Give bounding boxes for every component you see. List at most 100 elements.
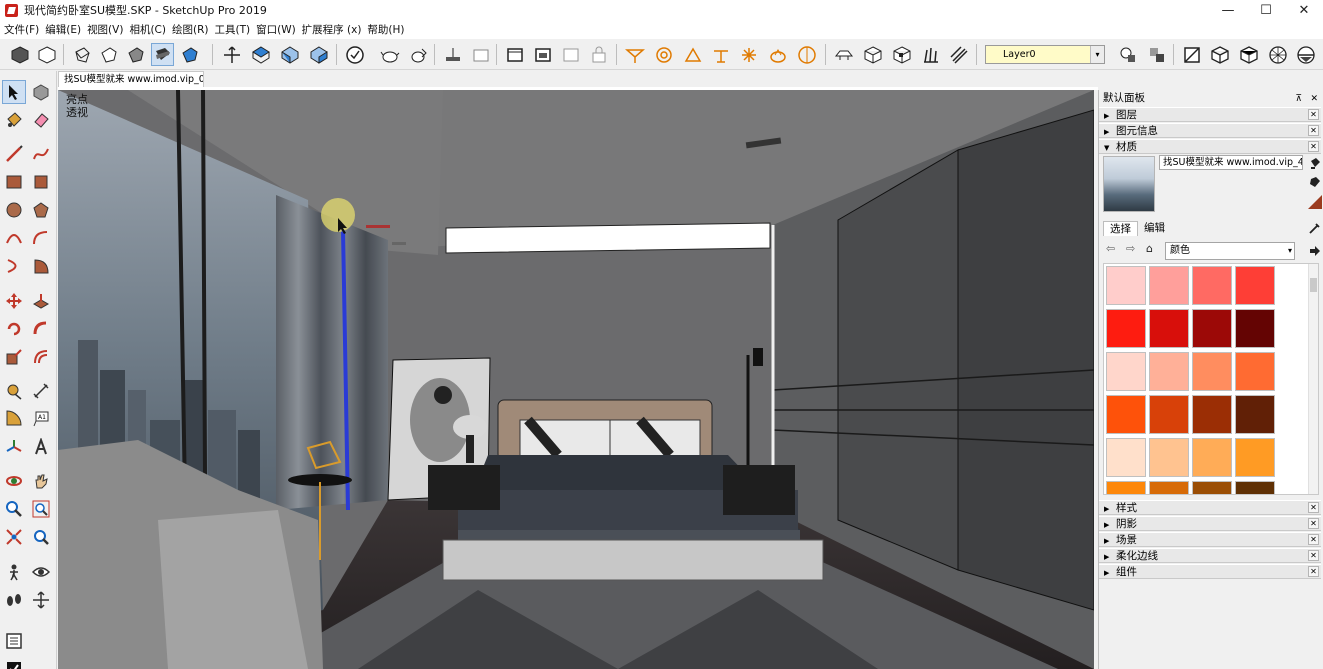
forward-arrow-icon[interactable]: ⇨ <box>1126 242 1135 255</box>
panel-components[interactable]: ▶ 组件 ✕ <box>1099 564 1321 579</box>
menu-draw[interactable]: 绘图(R) <box>172 22 215 37</box>
rectangle-tool-icon[interactable] <box>2 170 26 194</box>
pin-icon[interactable]: ⊼ <box>1295 91 1302 107</box>
color-swatch[interactable] <box>1106 395 1146 434</box>
cube-dark-icon[interactable] <box>1237 43 1260 66</box>
look-around-icon[interactable] <box>29 560 53 584</box>
text-tool-icon[interactable]: A1 <box>29 407 53 431</box>
swatch-scrollbar[interactable] <box>1308 264 1318 494</box>
material-library-select[interactable]: 颜色 ▾ <box>1165 242 1295 260</box>
panel-close-icon[interactable]: ✕ <box>1308 502 1319 513</box>
polygon-tool-icon[interactable] <box>29 198 53 222</box>
color-swatch[interactable] <box>1106 266 1146 305</box>
color-swatch[interactable] <box>1192 395 1232 434</box>
dimension-tool-icon[interactable] <box>29 379 53 403</box>
zoom-window-icon[interactable] <box>29 497 53 521</box>
section-fill-icon[interactable] <box>559 43 582 66</box>
panel-shadows[interactable]: ▶ 阴影 ✕ <box>1099 516 1321 531</box>
eyedropper-icon[interactable] <box>1308 221 1322 235</box>
drape-icon[interactable] <box>737 43 760 66</box>
minimize-button[interactable]: — <box>1209 0 1247 20</box>
scale-ruler-icon[interactable] <box>1180 43 1203 66</box>
walk-tool-icon[interactable] <box>2 588 26 612</box>
validity-check-icon[interactable] <box>343 43 366 66</box>
paint-bucket-icon[interactable] <box>2 108 26 132</box>
layer-manager-icon[interactable] <box>1116 43 1139 66</box>
color-swatch[interactable] <box>1149 309 1189 348</box>
scale-tool-icon[interactable] <box>2 345 26 369</box>
menu-edit[interactable]: 编辑(E) <box>45 22 87 37</box>
push-pull-icon[interactable] <box>29 289 53 313</box>
pie-tool-icon[interactable] <box>29 254 53 278</box>
color-swatch[interactable] <box>1106 309 1146 348</box>
hidden-line-style-icon[interactable] <box>124 43 147 66</box>
rotated-rectangle-icon[interactable] <box>29 170 53 194</box>
maximize-button[interactable]: ☐ <box>1247 0 1285 20</box>
grass-icon[interactable] <box>919 43 942 66</box>
panel-close-icon[interactable]: ✕ <box>1308 141 1319 152</box>
select-tool-icon[interactable] <box>2 80 26 104</box>
color-swatch[interactable] <box>1235 438 1275 477</box>
flip-edge-icon[interactable] <box>795 43 818 66</box>
orbit-tool-icon[interactable] <box>2 469 26 493</box>
panel-close-icon[interactable]: ✕ <box>1308 125 1319 136</box>
color-swatch[interactable] <box>1235 395 1275 434</box>
panel-scenes[interactable]: ▶ 场景 ✕ <box>1099 532 1321 547</box>
color-swatch[interactable] <box>1149 266 1189 305</box>
sphere-half-icon[interactable] <box>1294 43 1317 66</box>
shadow-toggle-icon[interactable] <box>947 43 970 66</box>
tape-measure-icon[interactable] <box>2 379 26 403</box>
color-swatch[interactable] <box>1192 266 1232 305</box>
color-swatch[interactable] <box>1192 309 1232 348</box>
section-cut-icon[interactable] <box>531 43 554 66</box>
eraser-icon[interactable] <box>29 108 53 132</box>
color-swatch[interactable] <box>1235 309 1275 348</box>
color-swatch[interactable] <box>1106 438 1146 477</box>
share-model-icon[interactable] <box>407 43 430 66</box>
color-swatch[interactable] <box>1192 481 1232 494</box>
sample-paint-icon[interactable] <box>1308 175 1322 189</box>
stamp-icon[interactable] <box>709 43 732 66</box>
model-viewport[interactable]: 亮点 透视 <box>58 90 1094 669</box>
color-swatch[interactable] <box>1106 352 1146 391</box>
shaded-style-icon[interactable] <box>151 43 174 66</box>
previous-view-icon[interactable] <box>29 525 53 549</box>
rotate-tool-icon[interactable] <box>2 317 26 341</box>
move-tool-icon[interactable] <box>2 289 26 313</box>
sphere-grid-icon[interactable] <box>1266 43 1289 66</box>
menu-window[interactable]: 窗口(W) <box>256 22 302 37</box>
zoom-extents-icon[interactable] <box>2 525 26 549</box>
make-component-icon[interactable] <box>29 80 53 104</box>
panel-close-icon[interactable]: ✕ <box>1308 518 1319 529</box>
menu-file[interactable]: 文件(F) <box>4 22 45 37</box>
wireframe-style-icon[interactable] <box>97 43 120 66</box>
close-button[interactable]: ✕ <box>1285 0 1323 20</box>
zoom-tool-icon[interactable] <box>2 497 26 521</box>
color-swatch[interactable] <box>1235 481 1275 494</box>
front-view-icon[interactable] <box>278 43 301 66</box>
panel-styles[interactable]: ▶ 样式 ✕ <box>1099 500 1321 515</box>
xray-style-icon[interactable] <box>70 43 93 66</box>
cube-wire-icon[interactable] <box>1208 43 1231 66</box>
color-swatch[interactable] <box>1192 438 1232 477</box>
top-view-icon[interactable] <box>249 43 272 66</box>
panel-materials[interactable]: ▼ 材质 ✕ <box>1099 139 1321 154</box>
back-arrow-icon[interactable]: ⇦ <box>1106 242 1115 255</box>
menu-tools[interactable]: 工具(T) <box>214 22 256 37</box>
axes-tool-icon[interactable] <box>2 435 26 459</box>
section-plane-icon[interactable] <box>503 43 526 66</box>
3d-text-icon[interactable] <box>29 435 53 459</box>
two-point-arc-icon[interactable] <box>29 226 53 250</box>
panel-close-icon[interactable]: ✕ <box>1308 109 1319 120</box>
cube-outer-shell-icon[interactable] <box>890 43 913 66</box>
sandbox-scratch-icon[interactable] <box>652 43 675 66</box>
color-swatch[interactable] <box>1149 481 1189 494</box>
panel-entity-info[interactable]: ▶ 图元信息 ✕ <box>1099 123 1321 138</box>
circle-tool-icon[interactable] <box>2 198 26 222</box>
home-icon[interactable]: ⌂ <box>1146 242 1153 255</box>
cube-solid-icon[interactable] <box>861 43 884 66</box>
layer-select[interactable]: Layer0 ▾ <box>985 45 1105 64</box>
material-name-field[interactable]: 找SU模型就来 www.imod.vip_41 <box>1159 155 1303 170</box>
tab-select[interactable]: 选择 <box>1103 221 1138 236</box>
textured-style-icon[interactable] <box>178 43 201 66</box>
